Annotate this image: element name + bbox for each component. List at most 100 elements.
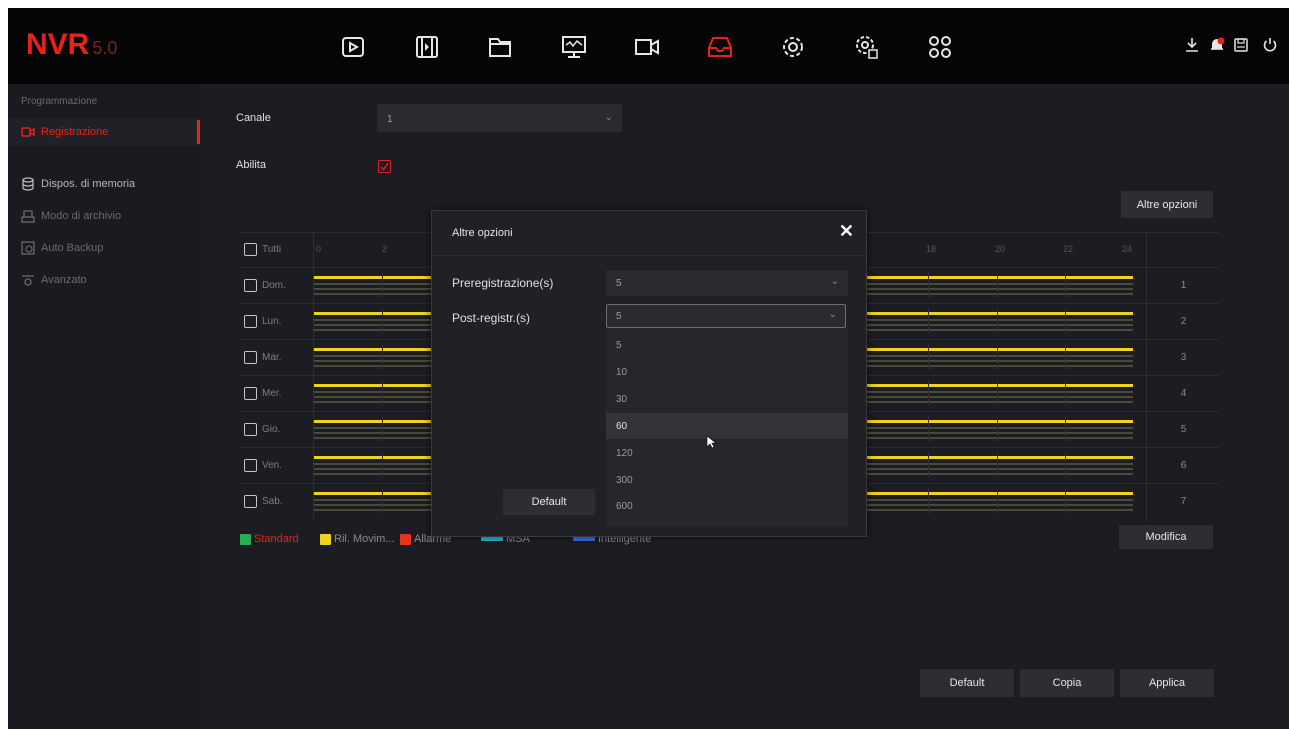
dialog-header: Altre opzioni ✕ bbox=[432, 211, 866, 256]
pre-record-label: Preregistrazione(s) bbox=[452, 276, 554, 290]
chevron-down-icon: ⌄ bbox=[828, 309, 837, 320]
hour-divider bbox=[997, 380, 998, 406]
monitor-icon[interactable] bbox=[557, 30, 591, 64]
tick-label: 24 bbox=[1122, 244, 1133, 254]
grid-divider bbox=[1146, 232, 1147, 521]
download-icon[interactable] bbox=[1183, 36, 1203, 56]
hour-divider bbox=[997, 488, 998, 514]
option-120[interactable]: 120 bbox=[606, 440, 848, 466]
day-row[interactable]: Gio. bbox=[238, 412, 312, 446]
pre-record-select[interactable]: 5 ⌄ bbox=[606, 270, 848, 296]
nvr-app: NVR 5.0 Programmazione Registrazione Dis… bbox=[8, 8, 1289, 729]
legend-label: Ril. Movim... bbox=[334, 533, 395, 545]
post-record-select[interactable]: 5 ⌄ bbox=[606, 304, 846, 328]
hour-divider bbox=[382, 452, 383, 478]
day-checkbox[interactable] bbox=[244, 314, 257, 328]
file-icon[interactable] bbox=[483, 30, 517, 64]
advanced-icon bbox=[21, 273, 35, 287]
default-button[interactable]: Default bbox=[920, 669, 1014, 697]
post-record-value: 5 bbox=[616, 311, 622, 322]
select-all-cell[interactable]: Tutti bbox=[238, 232, 312, 266]
hour-divider bbox=[997, 308, 998, 334]
option-5[interactable]: 5 bbox=[606, 332, 848, 358]
day-checkbox[interactable] bbox=[244, 350, 257, 364]
alarm-icon[interactable] bbox=[1208, 36, 1228, 56]
day-row[interactable]: Lun. bbox=[238, 304, 312, 338]
sidebar-item-avanzato[interactable]: Avanzato bbox=[8, 266, 200, 294]
motion-swatch bbox=[320, 533, 331, 545]
day-checkbox[interactable] bbox=[244, 494, 257, 508]
video-clip-icon[interactable] bbox=[410, 30, 444, 64]
day-checkbox[interactable] bbox=[244, 422, 257, 436]
day-checkbox[interactable] bbox=[244, 386, 257, 400]
day-row[interactable]: Sab. bbox=[238, 484, 312, 518]
sidebar-item-registrazione[interactable]: Registrazione bbox=[8, 118, 200, 146]
sidebar-item-dispositivi-memoria[interactable]: Dispos. di memoria bbox=[8, 170, 200, 198]
apply-button[interactable]: Applica bbox=[1120, 669, 1214, 697]
sidebar-section-title: Programmazione bbox=[21, 96, 98, 107]
day-row[interactable]: Ven. bbox=[238, 448, 312, 482]
option-label: 5 bbox=[616, 339, 622, 351]
day-label: Dom. bbox=[262, 279, 286, 291]
save-icon[interactable] bbox=[1232, 36, 1252, 56]
day-number: 3 bbox=[1180, 351, 1187, 363]
option-60[interactable]: 60 bbox=[606, 413, 848, 439]
sidebar-item-label: Registrazione bbox=[41, 126, 109, 138]
hour-divider bbox=[382, 488, 383, 514]
more-options-button[interactable]: Altre opzioni bbox=[1121, 191, 1213, 218]
hour-divider bbox=[928, 416, 929, 442]
archive-icon bbox=[21, 209, 35, 223]
power-icon[interactable] bbox=[1261, 36, 1281, 56]
option-30[interactable]: 30 bbox=[606, 386, 848, 412]
hour-divider bbox=[928, 380, 929, 406]
enable-checkbox[interactable] bbox=[378, 160, 391, 173]
option-10[interactable]: 10 bbox=[606, 359, 848, 385]
camera-icon[interactable] bbox=[630, 30, 664, 64]
sidebar-item-label: Modo di archivio bbox=[41, 210, 122, 222]
channel-value: 1 bbox=[387, 114, 393, 125]
day-number: 4 bbox=[1180, 387, 1187, 399]
hour-divider bbox=[1065, 272, 1066, 298]
standard-swatch bbox=[240, 533, 251, 545]
channel-label: Canale bbox=[236, 112, 271, 124]
playback-icon[interactable] bbox=[336, 30, 370, 64]
hour-divider bbox=[1065, 488, 1066, 514]
copy-button[interactable]: Copia bbox=[1020, 669, 1114, 697]
apps-icon[interactable] bbox=[923, 30, 957, 64]
legend-item: Ril. Movim... bbox=[320, 532, 395, 546]
option-label: 30 bbox=[616, 393, 628, 405]
option-300[interactable]: 300 bbox=[606, 467, 848, 493]
day-number: 6 bbox=[1180, 459, 1187, 471]
day-row[interactable]: Dom. bbox=[238, 268, 312, 302]
storage-icon[interactable] bbox=[703, 30, 737, 64]
select-all-checkbox[interactable] bbox=[244, 242, 257, 256]
hour-divider bbox=[1065, 452, 1066, 478]
hour-divider bbox=[382, 272, 383, 298]
day-row[interactable]: Mar. bbox=[238, 340, 312, 374]
channel-select[interactable]: 1 ⌄ bbox=[377, 104, 622, 132]
edit-button[interactable]: Modifica bbox=[1119, 525, 1213, 549]
advanced-settings-icon[interactable] bbox=[850, 30, 884, 64]
sidebar-item-auto-backup[interactable]: Auto Backup bbox=[8, 234, 200, 262]
hour-divider bbox=[928, 452, 929, 478]
day-number: 2 bbox=[1180, 315, 1187, 327]
tick-label: 18 bbox=[926, 244, 937, 254]
day-label: Gio. bbox=[262, 423, 281, 435]
pre-record-value: 5 bbox=[616, 278, 622, 289]
day-row[interactable]: Mer. bbox=[238, 376, 312, 410]
dialog-default-button[interactable]: Default bbox=[503, 489, 595, 515]
legend-item: Standard bbox=[240, 532, 299, 546]
legend-label: Standard bbox=[254, 533, 299, 545]
chevron-down-icon: ⌄ bbox=[830, 276, 839, 287]
sidebar-item-modo-archivio[interactable]: Modo di archivio bbox=[8, 202, 200, 230]
tick-label: 2 bbox=[382, 244, 388, 254]
day-checkbox[interactable] bbox=[244, 278, 257, 292]
hour-divider bbox=[382, 416, 383, 442]
settings-icon[interactable] bbox=[776, 30, 810, 64]
hour-divider bbox=[928, 272, 929, 298]
logo: NVR 5.0 bbox=[26, 28, 117, 62]
day-checkbox[interactable] bbox=[244, 458, 257, 472]
record-icon bbox=[21, 125, 35, 139]
close-icon[interactable]: ✕ bbox=[839, 221, 854, 242]
option-600[interactable]: 600 bbox=[606, 493, 848, 519]
